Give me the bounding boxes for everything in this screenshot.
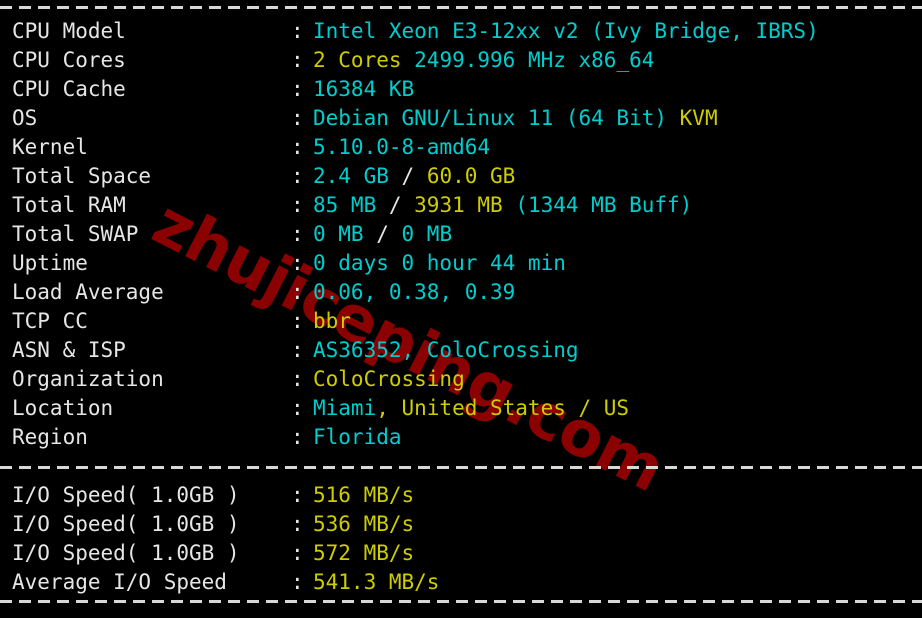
io_speed-value: 541.3 MB/s: [313, 568, 439, 597]
system_info-value-segment: /: [401, 164, 427, 188]
system_info-value-segment: KVM: [679, 106, 718, 130]
io_speed-label: I/O Speed( 1.0GB ): [12, 483, 240, 507]
system_info-label: Uptime: [12, 251, 88, 275]
separator-bottom: [0, 600, 922, 603]
system_info-value: 85 MB / 3931 MB (1344 MB Buff): [313, 191, 692, 220]
system_info-colon: :: [291, 251, 304, 275]
system_info-value: Intel Xeon E3-12xx v2 (Ivy Bridge, IBRS): [313, 17, 819, 46]
system_info-value: Debian GNU/Linux 11 (64 Bit) KVM: [313, 104, 718, 133]
system_info-value: ColoCrossing: [313, 365, 465, 394]
system_info-label: OS: [12, 106, 38, 130]
system_info-label: Region: [12, 425, 88, 449]
system_info-value-segment: 2.4 GB: [313, 164, 402, 188]
io_speed-label: Average I/O Speed: [12, 570, 227, 594]
system_info-value: bbr: [313, 307, 351, 336]
system_info-colon: :: [291, 338, 304, 362]
system_info-value-segment: Debian GNU/Linux 11 (64 Bit): [313, 106, 680, 130]
system_info-value-segment: AS36352, ColoCrossing: [313, 338, 579, 362]
system_info-value-segment: 0 days 0 hour 44 min: [313, 251, 566, 275]
system_info-colon: :: [291, 19, 304, 43]
io_speed-label: I/O Speed( 1.0GB ): [12, 541, 240, 565]
system_info-value: 0 days 0 hour 44 min: [313, 249, 566, 278]
io_speed-colon: :: [291, 512, 304, 536]
system_info-value: 2 Cores 2499.996 MHz x86_64: [313, 46, 654, 75]
io_speed-value-segment: 536 MB/s: [313, 512, 415, 536]
io_speed-value: 536 MB/s: [313, 510, 414, 539]
system_info-label: Kernel: [12, 135, 88, 159]
terminal-window: zhujiceping.com CPU Model: Intel Xeon E3-…: [0, 0, 922, 618]
system_info-value-segment: 0 MB: [313, 222, 377, 246]
system_info-value-segment: 2499.996 MHz x86_64: [414, 48, 655, 72]
system_info-label: Total Space: [12, 164, 152, 188]
io_speed-value-segment: 572 MB/s: [313, 541, 415, 565]
system_info-label: Total RAM: [12, 193, 126, 217]
system_info-colon: :: [291, 425, 304, 449]
io_speed-label: I/O Speed( 1.0GB ): [12, 512, 240, 536]
system_info-value-segment: Florida: [313, 425, 402, 449]
system_info-label: CPU Cores: [12, 48, 126, 72]
system_info-value-segment: ColoCrossing: [313, 367, 465, 391]
io_speed-colon: :: [291, 483, 304, 507]
separator-middle: [0, 466, 922, 469]
system_info-value-segment: 85 MB: [313, 193, 389, 217]
system_info-value-segment: , United States / US: [376, 396, 630, 420]
io_speed-value: 516 MB/s: [313, 481, 414, 510]
system_info-value-segment: Intel Xeon E3-12xx v2 (Ivy Bridge, IBRS): [313, 19, 819, 43]
system_info-value: Miami, United States / US: [313, 394, 629, 423]
system_info-value: 2.4 GB / 60.0 GB: [313, 162, 515, 191]
system_info-colon: :: [291, 77, 304, 101]
system_info-value: Florida: [313, 423, 402, 452]
system_info-value-segment: 0.06, 0.38, 0.39: [313, 280, 516, 304]
io_speed-value-segment: 541.3 MB/s: [313, 570, 440, 594]
system_info-value-segment: 16384 KB: [313, 77, 415, 101]
system_info-colon: :: [291, 164, 304, 188]
system_info-value-segment: bbr: [313, 309, 351, 333]
system_info-label: CPU Model: [12, 19, 126, 43]
system_info-label: Organization: [12, 367, 164, 391]
system_info-value-segment: Miami: [313, 396, 377, 420]
system_info-value-segment: 3931 MB: [414, 193, 516, 217]
io_speed-colon: :: [291, 570, 304, 594]
separator-top: [0, 6, 922, 9]
system_info-value-segment: 2 Cores: [313, 48, 415, 72]
system_info-label: Load Average: [12, 280, 164, 304]
system_info-colon: :: [291, 396, 304, 420]
system_info-value: 16384 KB: [313, 75, 414, 104]
system_info-value: 5.10.0-8-amd64: [313, 133, 490, 162]
system_info-colon: :: [291, 106, 304, 130]
system_info-label: TCP CC: [12, 309, 88, 333]
system_info-colon: :: [291, 280, 304, 304]
system_info-colon: :: [291, 367, 304, 391]
system_info-colon: :: [291, 309, 304, 333]
system_info-label: ASN & ISP: [12, 338, 126, 362]
system_info-label: Total SWAP: [12, 222, 139, 246]
system_info-value-segment: 5.10.0-8-amd64: [313, 135, 491, 159]
system_info-label: Location: [12, 396, 114, 420]
io_speed-value: 572 MB/s: [313, 539, 414, 568]
system_info-colon: :: [291, 48, 304, 72]
system_info-value-segment: (1344 MB Buff): [515, 193, 693, 217]
system_info-label: CPU Cache: [12, 77, 126, 101]
system_info-colon: :: [291, 135, 304, 159]
system_info-value: 0 MB / 0 MB: [313, 220, 452, 249]
io_speed-value-segment: 516 MB/s: [313, 483, 415, 507]
system_info-value: 0.06, 0.38, 0.39: [313, 278, 515, 307]
io_speed-colon: :: [291, 541, 304, 565]
system_info-value: AS36352, ColoCrossing: [313, 336, 579, 365]
system_info-value-segment: 0 MB: [401, 222, 453, 246]
system_info-value-segment: /: [388, 193, 415, 217]
system_info-colon: :: [291, 193, 304, 217]
system_info-colon: :: [291, 222, 304, 246]
system_info-value-segment: /: [376, 222, 402, 246]
system_info-value-segment: 60.0 GB: [426, 164, 516, 188]
